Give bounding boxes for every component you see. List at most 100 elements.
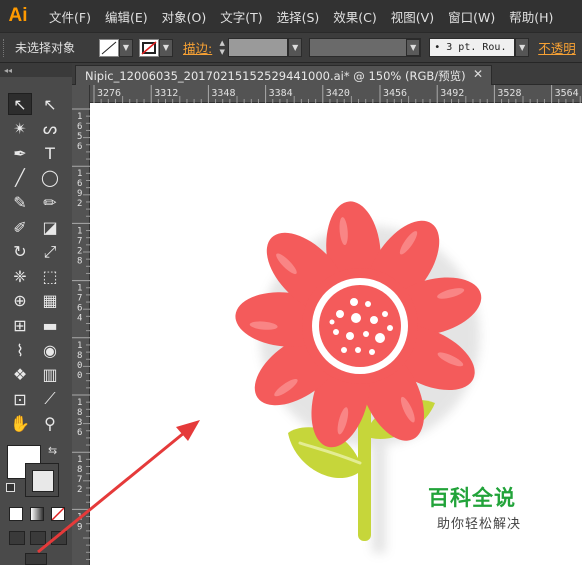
free-transform-tool[interactable]: ⬚ bbox=[38, 265, 62, 287]
brush-definition-dropdown[interactable]: • 3 pt. Rou. bbox=[429, 38, 516, 57]
v-ruler-label-digit: 6 bbox=[77, 142, 82, 152]
horizontal-ruler-ticks: 3276 3312 3348 3384 3420 3456 3492 3528 3564 bbox=[93, 85, 581, 103]
menu-select[interactable]: 选择(S) bbox=[270, 7, 327, 26]
flower-petals bbox=[235, 201, 482, 448]
artboard-tool[interactable]: ⊡ bbox=[8, 388, 32, 410]
v-ruler-label-digit: 8 bbox=[77, 465, 82, 475]
document-tab[interactable]: Nipic_12006035_20170215152529441000.ai* … bbox=[75, 65, 492, 85]
v-ruler-label-digit: 3 bbox=[77, 418, 82, 428]
h-ruler-label: 3420 bbox=[326, 88, 350, 99]
stroke-weight-spinner[interactable]: ▲ ▼ bbox=[216, 38, 228, 58]
pen-tool[interactable]: ✒ bbox=[8, 142, 32, 164]
symbol-sprayer-tool[interactable]: ❖ bbox=[8, 364, 32, 386]
vertical-ruler[interactable]: 165616921728176418001836187219 bbox=[72, 85, 90, 565]
horizontal-ruler[interactable]: 3276 3312 3348 3384 3420 3456 3492 3528 3564 bbox=[90, 85, 582, 103]
close-tab-icon[interactable]: ✕ bbox=[473, 67, 483, 81]
v-ruler-label-digit: 8 bbox=[77, 351, 82, 361]
control-bar-grip[interactable] bbox=[3, 38, 7, 57]
opacity-label[interactable]: 不透明 bbox=[538, 38, 576, 57]
blend-tool[interactable]: ◉ bbox=[38, 339, 62, 361]
app-logo: Ai bbox=[8, 5, 28, 26]
brush-dropdown-arrow[interactable]: ▼ bbox=[515, 38, 530, 57]
stroke-weight-dropdown[interactable]: ▼ bbox=[288, 38, 303, 57]
v-ruler-label-digit: 7 bbox=[77, 294, 82, 304]
column-graph-tool[interactable]: ▥ bbox=[38, 364, 62, 386]
menu-type[interactable]: 文字(T) bbox=[213, 7, 269, 26]
perspective-grid-tool[interactable]: ▦ bbox=[38, 290, 62, 312]
stroke-color-swatch[interactable] bbox=[139, 38, 159, 57]
variable-width-profile-dropdown[interactable]: ▼ bbox=[309, 38, 422, 57]
h-ruler-label: 3384 bbox=[269, 88, 293, 99]
line-tool[interactable]: ╱ bbox=[8, 167, 32, 189]
stroke-color-box[interactable] bbox=[25, 463, 59, 497]
paintbrush-tool[interactable]: ✎ bbox=[8, 191, 32, 213]
v-ruler-label-digit: 1 bbox=[77, 455, 82, 465]
document-tab-title: Nipic_12006035_20170215152529441000.ai* … bbox=[85, 68, 466, 83]
tools-panel: ◂◂ ↖ ↖ ✴ ᔕ ✒ T ╱ ◯ ✎ ✏ ✐ ◪ ↻ ⤢ ❈ ⬚ ⊕ ▦ ⊞ ▬ ⌇ ◉ ❖ ▥ ⊡ ⟋ ✋ ⚲ ⇆ bbox=[0, 63, 72, 565]
tools-panel-header[interactable]: ◂◂ bbox=[0, 63, 72, 77]
h-ruler-label: 3528 bbox=[497, 88, 521, 99]
blob-brush-tool[interactable]: ✐ bbox=[8, 216, 32, 238]
h-ruler-label: 3312 bbox=[154, 88, 178, 99]
selection-tool[interactable]: ↖ bbox=[8, 93, 32, 115]
draw-behind-icon[interactable] bbox=[30, 531, 46, 545]
menu-window[interactable]: 窗口(W) bbox=[441, 7, 502, 26]
slice-tool[interactable]: ⟋ bbox=[38, 388, 62, 410]
menu-bar: Ai 文件(F) 编辑(E) 对象(O) 文字(T) 选择(S) 效果(C) 视… bbox=[0, 0, 582, 32]
ellipse-tool[interactable]: ◯ bbox=[38, 167, 62, 189]
color-mode-button[interactable] bbox=[9, 507, 23, 521]
eyedropper-tool[interactable]: ⌇ bbox=[8, 339, 32, 361]
v-ruler-label-digit: 7 bbox=[77, 475, 82, 485]
v-ruler-label-digit: 8 bbox=[77, 256, 82, 266]
v-ruler-label-digit: 0 bbox=[77, 361, 82, 371]
gradient-mode-button[interactable] bbox=[30, 507, 44, 521]
menu-view[interactable]: 视图(V) bbox=[384, 7, 441, 26]
magic-wand-tool[interactable]: ✴ bbox=[8, 118, 32, 140]
menu-edit[interactable]: 编辑(E) bbox=[98, 7, 155, 26]
swap-fill-stroke-icon[interactable]: ⇆ bbox=[48, 444, 57, 457]
watermark-subtitle: 助你轻松解决 bbox=[437, 517, 522, 532]
draw-normal-icon[interactable] bbox=[9, 531, 25, 545]
stroke-none-icon bbox=[141, 40, 157, 55]
none-mode-button[interactable] bbox=[51, 507, 65, 521]
hand-tool[interactable]: ✋ bbox=[8, 413, 32, 435]
eraser-tool[interactable]: ◪ bbox=[38, 216, 62, 238]
zoom-tool[interactable]: ⚲ bbox=[38, 413, 62, 435]
rotate-tool[interactable]: ↻ bbox=[8, 241, 32, 263]
stroke-dropdown-arrow[interactable]: ▼ bbox=[159, 38, 173, 57]
direct-selection-tool[interactable]: ↖ bbox=[38, 93, 62, 115]
v-ruler-label-digit: 2 bbox=[77, 485, 82, 495]
pencil-tool[interactable]: ✏ bbox=[38, 191, 62, 213]
v-ruler-label-digit: 1 bbox=[77, 341, 82, 351]
scale-tool[interactable]: ⤢ bbox=[38, 241, 62, 263]
fill-color-swatch[interactable] bbox=[99, 38, 119, 57]
v-ruler-label-digit: 1 bbox=[77, 112, 82, 122]
lasso-tool[interactable]: ᔕ bbox=[38, 118, 62, 140]
menu-file[interactable]: 文件(F) bbox=[42, 7, 98, 26]
v-ruler-label-digit: 1 bbox=[77, 284, 82, 294]
fill-dropdown-arrow[interactable]: ▼ bbox=[119, 38, 133, 57]
h-ruler-label: 3276 bbox=[97, 88, 121, 99]
v-ruler-label-digit: 6 bbox=[77, 179, 82, 189]
gradient-tool[interactable]: ▬ bbox=[38, 314, 62, 336]
profile-dropdown-arrow: ▼ bbox=[406, 39, 421, 56]
menu-object[interactable]: 对象(O) bbox=[155, 7, 214, 26]
menu-effect[interactable]: 效果(C) bbox=[326, 7, 383, 26]
illustrator-window: Ai 文件(F) 编辑(E) 对象(O) 文字(T) 选择(S) 效果(C) 视… bbox=[0, 0, 582, 565]
warp-tool[interactable]: ❈ bbox=[8, 265, 32, 287]
menu-help[interactable]: 帮助(H) bbox=[502, 7, 560, 26]
screen-mode-icon[interactable] bbox=[25, 553, 47, 565]
selection-status: 未选择对象 bbox=[15, 41, 76, 55]
draw-inside-icon[interactable] bbox=[51, 531, 67, 545]
h-ruler-label: 3564 bbox=[555, 88, 579, 99]
stroke-label[interactable]: 描边: bbox=[183, 38, 212, 57]
v-ruler-label-digit: 9 bbox=[77, 189, 82, 199]
v-ruler-label-digit: 8 bbox=[77, 408, 82, 418]
v-ruler-label-digit: 7 bbox=[77, 236, 82, 246]
shape-builder-tool[interactable]: ⊕ bbox=[8, 290, 32, 312]
stroke-weight-input[interactable] bbox=[228, 38, 289, 57]
type-tool[interactable]: T bbox=[38, 142, 62, 164]
default-fill-stroke-icon[interactable] bbox=[6, 483, 15, 492]
v-ruler-label-digit: 6 bbox=[77, 122, 82, 132]
mesh-tool[interactable]: ⊞ bbox=[8, 314, 32, 336]
